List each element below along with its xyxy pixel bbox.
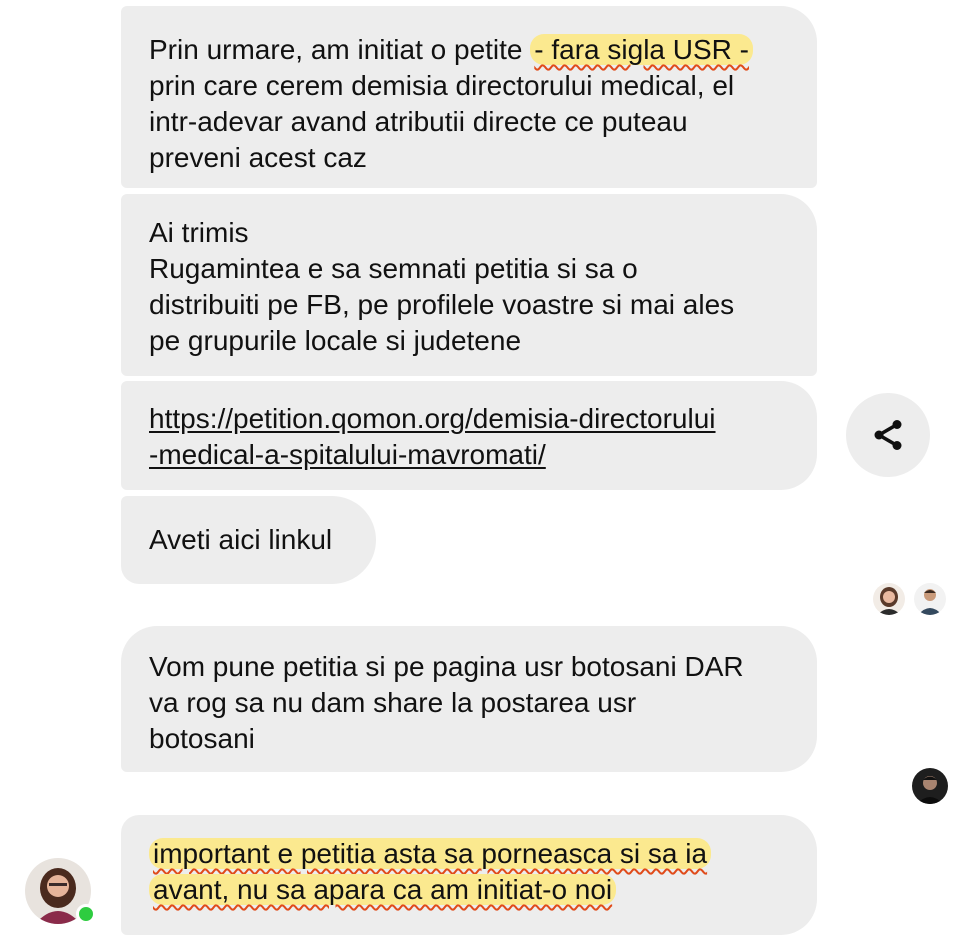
highlighted-text: important e petitia asta sa porneasca si… <box>149 838 712 869</box>
message-text-line: botosani <box>149 723 255 754</box>
message-text-line: Aveti aici linkul <box>149 524 333 555</box>
message-text-line: distribuiti pe FB, pe profilele voastre … <box>149 289 735 320</box>
share-button[interactable] <box>846 393 930 477</box>
message-text-line: Prin urmare, am initiat o petite - fara … <box>149 32 789 68</box>
seen-avatar <box>912 768 948 804</box>
message-text-line: preveni acest caz <box>149 142 367 173</box>
person-icon <box>918 589 942 615</box>
message-bubble[interactable]: Vom pune petitia si pe pagina usr botosa… <box>121 626 817 772</box>
message-text-line: important e petitia asta sa porneasca si… <box>149 836 789 872</box>
message-text-line: avant, nu sa apara ca am initiat-o noi <box>149 872 789 908</box>
online-status-dot <box>76 904 96 924</box>
message-bubble-link[interactable]: https://petition.qomon.org/demisia-direc… <box>121 381 817 490</box>
message-text-line: va rog sa nu dam share la postarea usr <box>149 687 637 718</box>
message-text-line: pe grupurile locale si judetene <box>149 325 522 356</box>
share-icon <box>874 420 902 450</box>
petition-link[interactable]: -medical-a-spitalului-mavromati/ <box>149 437 789 473</box>
highlighted-text: avant, nu sa apara ca am initiat-o noi <box>149 874 617 905</box>
message-bubble[interactable]: Ai trimis Rugamintea e sa semnati petiti… <box>121 194 817 376</box>
seen-avatar <box>873 583 905 615</box>
message-bubble[interactable]: important e petitia asta sa porneasca si… <box>121 815 817 935</box>
message-text-line: intr-adevar avand atributii directe ce p… <box>149 106 688 137</box>
message-bubble[interactable]: Prin urmare, am initiat o petite - fara … <box>121 6 817 188</box>
message-text-line: prin care cerem demisia directorului med… <box>149 70 735 101</box>
message-text-line: Rugamintea e sa semnati petitia si sa o <box>149 253 638 284</box>
person-icon <box>917 776 943 804</box>
message-text-line: Ai trimis <box>149 217 249 248</box>
person-icon <box>877 587 901 615</box>
message-text-line: Vom pune petitia si pe pagina usr botosa… <box>149 651 744 682</box>
petition-link[interactable]: https://petition.qomon.org/demisia-direc… <box>149 401 789 437</box>
message-bubble[interactable]: Aveti aici linkul <box>121 496 376 584</box>
seen-avatar <box>914 583 946 615</box>
highlighted-text: - fara sigla USR - <box>530 34 753 65</box>
